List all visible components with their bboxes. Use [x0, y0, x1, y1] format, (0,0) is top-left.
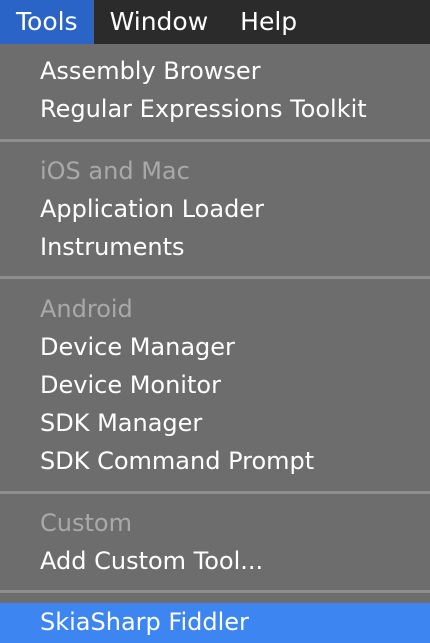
menu-separator	[0, 590, 430, 593]
section-header-ios-mac: iOS and Mac	[40, 157, 190, 185]
menu-window[interactable]: Window	[94, 0, 225, 44]
menu-bar: Tools Window Help	[0, 0, 430, 44]
menu-tools[interactable]: Tools	[0, 0, 94, 44]
menu-item-regular-expressions-toolkit[interactable]: Regular Expressions Toolkit	[0, 90, 430, 128]
section-header-custom: Custom	[40, 509, 132, 537]
menu-item-sdk-manager[interactable]: SDK Manager	[0, 404, 430, 442]
tools-dropdown-menu: Assembly Browser Regular Expressions Too…	[0, 44, 430, 643]
menu-item-skiasharp-fiddler[interactable]: SkiaSharp Fiddler	[0, 603, 430, 643]
menu-help[interactable]: Help	[224, 0, 313, 44]
menu-item-assembly-browser[interactable]: Assembly Browser	[0, 52, 430, 90]
menu-separator	[0, 139, 430, 142]
menu-item-application-loader[interactable]: Application Loader	[0, 190, 430, 228]
menu-item-device-manager[interactable]: Device Manager	[0, 328, 430, 366]
menu-item-device-monitor[interactable]: Device Monitor	[0, 366, 430, 404]
menu-item-instruments[interactable]: Instruments	[0, 228, 430, 266]
menu-separator	[0, 491, 430, 494]
menu-separator	[0, 276, 430, 279]
menu-item-add-custom-tool[interactable]: Add Custom Tool...	[0, 542, 430, 580]
section-header-android: Android	[40, 295, 133, 323]
menu-item-sdk-command-prompt[interactable]: SDK Command Prompt	[0, 442, 430, 480]
